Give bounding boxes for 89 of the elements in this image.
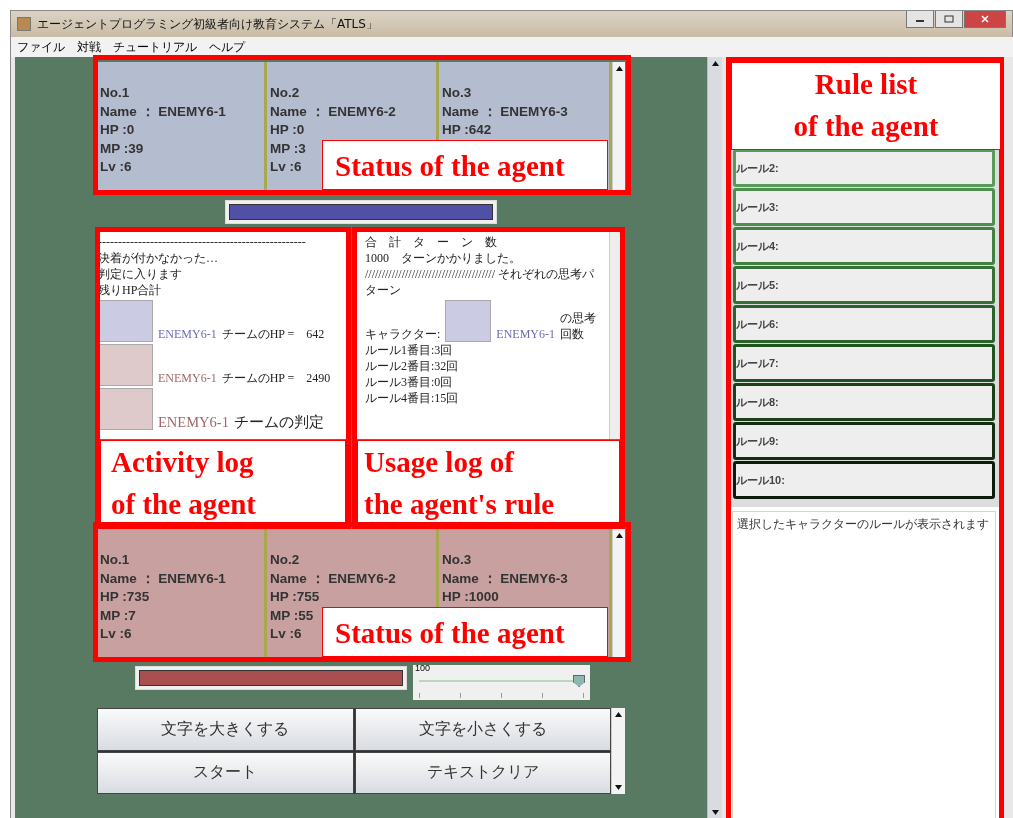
scroll-down-icon[interactable]	[711, 810, 719, 815]
log-line: /////////////////////////////////////// それぞれの思考パターン	[365, 266, 596, 298]
status-text: MP :55	[270, 606, 314, 625]
status-text: MP :7	[100, 606, 136, 625]
annotation-label: Status of the agent	[322, 607, 608, 657]
minimize-button[interactable]	[906, 11, 934, 28]
maximize-button[interactable]	[935, 11, 963, 28]
team-name: ENEMY6-1	[496, 326, 555, 342]
log-line: キャラクター:	[365, 326, 441, 342]
status-text: Name ： ENEMY6-1	[100, 569, 226, 588]
menu-item[interactable]: ヘルプ	[209, 38, 245, 56]
rule-slot[interactable]: ルール4:	[733, 227, 995, 265]
status-text: Lv :6	[100, 625, 132, 643]
scroll-up-icon[interactable]	[711, 61, 719, 66]
log-line: チームのHP = 642	[221, 326, 326, 342]
log-line: の思考回数	[560, 310, 597, 342]
status-text: MP :3	[270, 139, 306, 158]
status-text: Name ： ENEMY6-1	[100, 102, 226, 121]
rule-slot[interactable]: ルール10:	[733, 461, 995, 499]
team-swatch	[98, 388, 153, 430]
status-text: Lv :6	[270, 625, 302, 643]
window-title: エージェントプログラミング初級者向け教育システム「ATLS」	[37, 15, 378, 33]
log-line: ----------------------------------------------------	[98, 234, 307, 250]
status-text: Lv :6	[100, 158, 132, 176]
scrollbar[interactable]	[612, 529, 625, 659]
scroll-down-icon[interactable]	[615, 785, 622, 790]
team-name: ENEMY6-1	[158, 414, 229, 430]
status-text: MP :39	[100, 139, 144, 158]
status-text: No.1	[100, 84, 130, 102]
team-swatch	[98, 300, 153, 342]
team-name: ENEMY6-1	[158, 370, 217, 386]
status-text: HP :642	[442, 121, 492, 139]
status-text: No.3	[442, 84, 472, 102]
slider-thumb[interactable]	[573, 675, 586, 687]
annotation-label: Status of the agent	[322, 140, 608, 190]
rule-slot[interactable]: ルール8:	[733, 383, 995, 421]
log-line: 合 計 タ ー ン 数	[365, 234, 498, 250]
status-text: No.2	[270, 551, 300, 569]
close-button[interactable]	[964, 11, 1006, 28]
status-text: Name ： ENEMY6-2	[270, 102, 396, 121]
scroll-up-icon[interactable]	[615, 533, 623, 538]
menu-item[interactable]: チュートリアル	[113, 38, 197, 56]
status-text: HP :735	[100, 588, 150, 606]
scrollbar[interactable]	[612, 62, 625, 192]
status-text: Name ： ENEMY6-3	[442, 102, 568, 121]
rule-slot[interactable]: ルール5:	[733, 266, 995, 304]
status-text: HP :755	[270, 588, 320, 606]
log-line: チームのHP = 2490	[221, 370, 332, 386]
menu-item[interactable]: ファイル	[17, 38, 65, 56]
team-swatch	[445, 300, 492, 342]
speed-slider[interactable]	[419, 675, 584, 687]
status-text: HP :0	[270, 121, 305, 139]
log-line: ルール4番目:15回	[365, 390, 460, 406]
team-swatch	[98, 344, 153, 386]
log-line: チームの判定	[233, 414, 325, 430]
rule-description: 選択したキャラクターのルールが表示されます	[732, 511, 996, 818]
scrollbar[interactable]	[611, 708, 625, 794]
action-button[interactable]: 文字を大きくする	[97, 708, 354, 751]
action-button[interactable]: スタート	[97, 751, 354, 794]
team-name: ENEMY6-1	[158, 326, 217, 342]
rule-slot[interactable]: ルール2:	[733, 149, 995, 187]
rule-slot[interactable]: ルール9:	[733, 422, 995, 460]
status-text: Lv :6	[270, 158, 302, 176]
status-text: Name ： ENEMY6-3	[442, 569, 568, 588]
slider-value: 100	[415, 663, 431, 673]
log-line: ルール3番目:0回	[365, 374, 454, 390]
status-text: HP :0	[100, 121, 135, 139]
rule-slot[interactable]: ルール6:	[733, 305, 995, 343]
maximize-icon[interactable]	[944, 15, 954, 23]
annotation-label: Rule list of the agent	[731, 62, 1001, 150]
log-line: 1000 ターンかかりました。	[365, 250, 522, 266]
action-button[interactable]: テキストクリア	[354, 751, 611, 794]
rule-slot[interactable]: ルール3:	[733, 188, 995, 226]
status-text: No.2	[270, 84, 300, 102]
rule-slot[interactable]: ルール7:	[733, 344, 995, 382]
menu-item[interactable]: 対戦	[77, 38, 101, 56]
close-icon[interactable]	[980, 15, 990, 23]
status-text: No.1	[100, 551, 130, 569]
scrollbar[interactable]	[707, 57, 722, 818]
action-button[interactable]: 文字を小さくする	[354, 708, 611, 751]
scrollbar[interactable]	[609, 232, 620, 439]
log-line: ルール1番目:3回	[365, 342, 454, 358]
status-text: HP :1000	[442, 588, 499, 606]
app-icon	[17, 17, 31, 31]
scroll-up-icon[interactable]	[615, 66, 623, 71]
scroll-up-icon[interactable]	[615, 712, 622, 717]
status-text: Name ： ENEMY6-2	[270, 569, 396, 588]
status-text: No.3	[442, 551, 472, 569]
log-line: ルール2番目:32回	[365, 358, 460, 374]
